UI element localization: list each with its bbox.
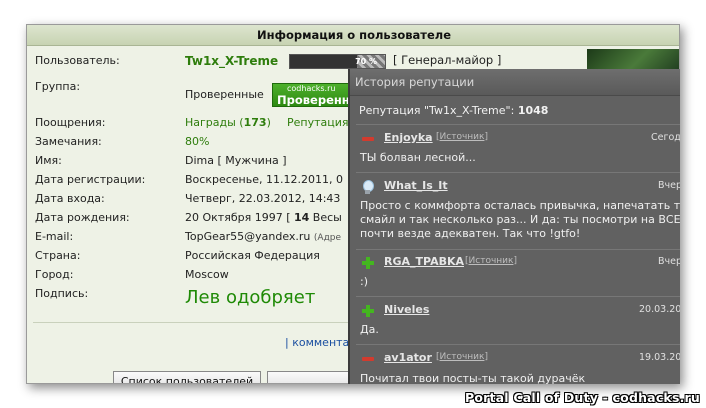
entry-divider	[356, 296, 680, 297]
rep-entry-user[interactable]: Niveles	[384, 303, 429, 316]
warnings-label: Замечания:	[35, 135, 102, 148]
rep-entry-date: 20.03.2012	[639, 304, 680, 315]
minus-icon	[360, 131, 376, 147]
rep-entry-date: 19.03.2012	[639, 352, 680, 363]
warnings-value[interactable]: 80%	[185, 135, 209, 148]
city-value: Moscow	[185, 268, 229, 281]
reputation-link[interactable]: Репутация	[287, 116, 349, 129]
registration-label: Дата регистрации:	[35, 173, 146, 186]
rep-entry-header: Niveles 20.03.2012	[360, 303, 680, 319]
rep-entry-header: RGA_TPABKA [Источник] Вчера	[360, 255, 680, 271]
login-value: Четверг, 22.03.2012, 14:43	[185, 192, 341, 205]
signature-label: Подпись:	[35, 287, 89, 300]
rewards-suffix: )	[266, 116, 271, 129]
city-label: Город:	[35, 268, 74, 281]
rep-entry-text: Да.	[360, 323, 379, 336]
plus-icon	[360, 303, 376, 319]
rep-entry-header: Enjoyka [Источник] Сегодн	[360, 131, 680, 147]
birthdate-text: 20 Октября 1997 [	[185, 211, 294, 224]
divider	[33, 322, 363, 323]
rewards-count: 173	[243, 116, 267, 129]
rewards-prefix: Награды (	[185, 116, 244, 129]
zodiac: Весы	[309, 211, 342, 224]
rank-label: [ Генерал-майор ]	[393, 53, 502, 67]
registration-value: Воскресенье, 11.12.2011, 0	[185, 173, 343, 186]
group-badge: codhacks.ru Проверенн	[272, 83, 352, 107]
name-label: Имя:	[35, 154, 62, 167]
country-label: Страна:	[35, 249, 81, 262]
rep-entry-date: Сегодн	[651, 132, 680, 143]
site-watermark: Portal Call of Duty - codhacks.ru	[464, 390, 700, 405]
name-value: Dima [ Мужчина ]	[185, 154, 287, 167]
window-title: Информация о пользователе	[27, 25, 679, 46]
rep-entry-user[interactable]: Enjoyka	[384, 131, 433, 144]
rep-entry-text: :)	[360, 275, 368, 288]
plus-icon	[360, 255, 376, 271]
reputation-bar-fill	[290, 55, 357, 68]
group-value: Проверенные	[185, 88, 264, 101]
group-label: Группа:	[35, 80, 81, 93]
entry-divider	[356, 344, 680, 345]
popup-title[interactable]: История репутации	[350, 69, 680, 96]
comments-link[interactable]: | коммента	[285, 336, 349, 349]
rewards-value[interactable]: Награды (173)	[185, 116, 271, 129]
rep-entry-header: What_Is_It Вчера	[360, 179, 680, 195]
rep-entry-text: Почитал твои посты-ты такой дурачёк	[360, 372, 586, 384]
country-value: Российская Федерация	[185, 249, 320, 262]
username-link[interactable]: Tw1x_X-Treme	[185, 54, 278, 68]
entry-divider	[356, 124, 680, 125]
email-hint: (Адре	[313, 233, 342, 243]
login-label: Дата входа:	[35, 192, 105, 205]
rewards-label: Поощрения:	[35, 116, 106, 129]
users-list-button[interactable]: Список пользователей	[113, 371, 261, 383]
age: 14	[293, 211, 310, 224]
rep-entry-text: ТЫ болван лесной...	[360, 151, 476, 164]
summary-text: Репутация "Tw1x_X-Treme":	[359, 104, 518, 117]
rep-entry-user[interactable]: What_Is_It	[384, 179, 448, 192]
rep-entry-header: av1ator [Источник] 19.03.2012	[360, 351, 680, 367]
birthdate-label: Дата рождения:	[35, 211, 130, 224]
rep-entry-text: Просто с коммфорта осталась привычка, на…	[360, 199, 680, 240]
badge-title: Проверенн	[277, 93, 350, 107]
rep-entry-date: Вчера	[658, 256, 680, 267]
reputation-bar: 70 %	[289, 54, 386, 69]
rep-entry-date: Вчера	[658, 180, 680, 191]
lightbulb-icon	[360, 179, 376, 195]
source-link[interactable]: [Источник]	[436, 352, 488, 362]
reputation-summary: Репутация "Tw1x_X-Treme": 1048	[359, 104, 548, 117]
reputation-bar-percent: 70 %	[355, 57, 377, 66]
source-link[interactable]: [Источник]	[465, 256, 517, 266]
email-value: TopGear55@yandex.ru (Адре	[185, 230, 341, 243]
email-label: E-mail:	[35, 230, 74, 243]
signature-text: Лев одобряет	[185, 287, 316, 308]
entry-divider	[356, 249, 680, 250]
email-address[interactable]: TopGear55@yandex.ru	[185, 230, 310, 243]
username-label: Пользователь:	[35, 54, 120, 67]
rep-entry-user[interactable]: RGA_TPABKA	[384, 255, 464, 268]
source-link[interactable]: [Источник]	[436, 132, 488, 142]
entry-divider	[356, 172, 680, 173]
minus-icon	[360, 351, 376, 367]
rep-entry-user[interactable]: av1ator	[384, 351, 432, 364]
reputation-history-popup: История репутации Репутация "Tw1x_X-Trem…	[348, 69, 680, 384]
badge-site: codhacks.ru	[287, 84, 336, 93]
birthdate-value: 20 Октября 1997 [ 14 Весы	[185, 211, 342, 224]
summary-value: 1048	[517, 104, 549, 117]
